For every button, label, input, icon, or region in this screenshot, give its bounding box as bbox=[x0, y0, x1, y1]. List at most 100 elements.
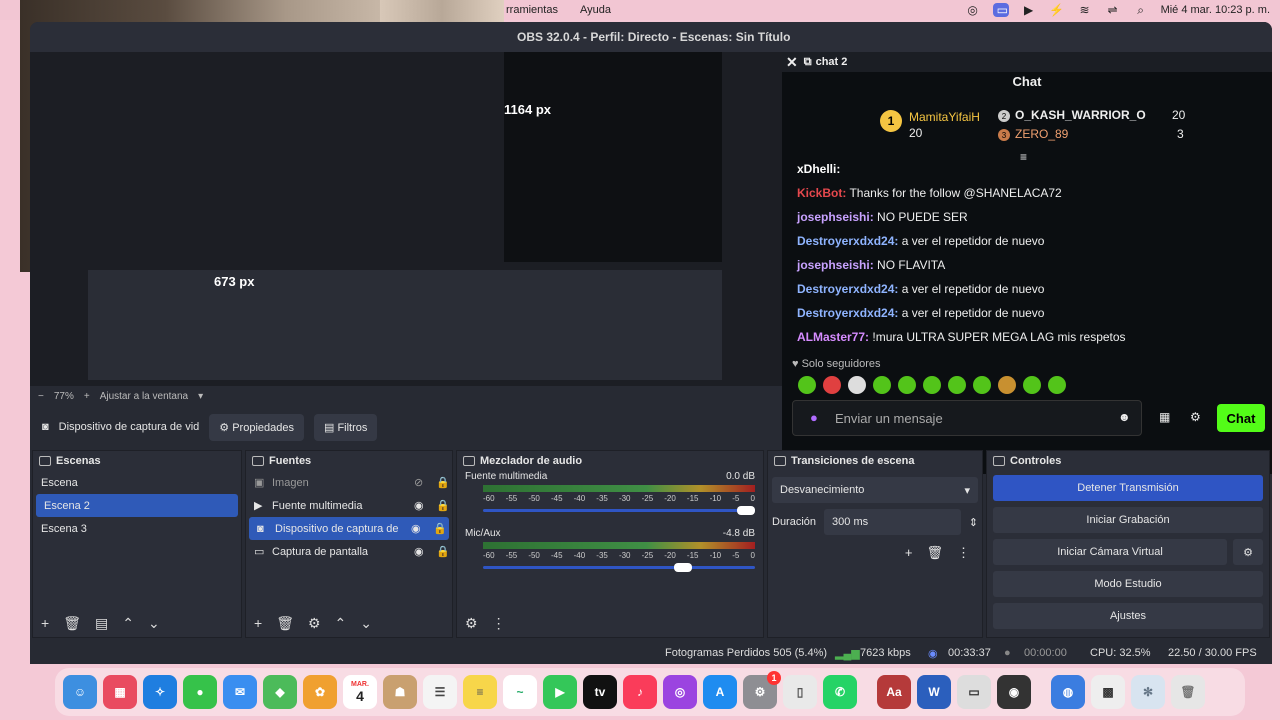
more-icon[interactable]: ⋮ bbox=[957, 545, 970, 561]
transition-select[interactable]: Desvanecimiento ▾ bbox=[772, 477, 978, 503]
volume-slider[interactable] bbox=[483, 563, 755, 572]
chat-username[interactable]: Destroyerxdxd24: bbox=[797, 306, 898, 320]
screen-mirror-icon[interactable]: ▭ bbox=[992, 3, 1009, 17]
trash-icon[interactable]: 🗑 bbox=[1171, 675, 1205, 709]
chat-username[interactable]: josephseishi: bbox=[797, 210, 874, 224]
add-icon[interactable]: + bbox=[41, 615, 49, 631]
filter-icon[interactable]: ▤ bbox=[95, 615, 108, 632]
zoom-in-icon[interactable]: + bbox=[84, 391, 90, 402]
podcasts-icon[interactable]: ◎ bbox=[663, 675, 697, 709]
control-center-icon[interactable]: ◎ bbox=[965, 3, 981, 17]
gear-icon[interactable]: ⚙ bbox=[1233, 539, 1263, 565]
lock-icon[interactable]: 🔒 bbox=[436, 499, 452, 512]
stop-stream-button[interactable]: Detener Transmisión bbox=[993, 475, 1263, 501]
start-recording-button[interactable]: Iniciar Grabación bbox=[993, 507, 1263, 533]
settings-icon[interactable]: ⚙ 1 bbox=[743, 671, 781, 709]
capture-icon[interactable]: ▭ bbox=[957, 675, 991, 709]
volume-slider[interactable] bbox=[483, 506, 755, 515]
trash-icon[interactable]: 🗑 bbox=[63, 615, 81, 632]
chevron-down-icon[interactable]: ▾ bbox=[198, 391, 203, 402]
chat-username[interactable]: xDhelli: bbox=[797, 162, 840, 176]
music-icon[interactable]: ♪ bbox=[623, 675, 657, 709]
scene-item[interactable]: Escena bbox=[33, 471, 241, 494]
maps-icon[interactable]: ◆ bbox=[263, 675, 297, 709]
globe-icon[interactable]: ◍ bbox=[1051, 675, 1085, 709]
lock-icon[interactable]: 🔒 bbox=[436, 476, 452, 489]
add-icon[interactable]: + bbox=[905, 545, 913, 561]
slider-knob[interactable] bbox=[737, 506, 755, 515]
arrow-up-icon[interactable]: ⌃ bbox=[335, 615, 347, 632]
chat-username[interactable]: ALMaster77: bbox=[797, 330, 869, 344]
wifi-icon[interactable]: ≋ bbox=[1077, 3, 1093, 17]
safari-icon[interactable]: ✧ bbox=[143, 675, 177, 709]
launchpad-icon[interactable]: ▦ bbox=[103, 675, 137, 709]
downloads-icon[interactable]: ✻ bbox=[1131, 675, 1165, 709]
eye-icon[interactable]: ◉ bbox=[414, 499, 436, 512]
qr-icon[interactable]: ▩ bbox=[1091, 675, 1125, 709]
source-item[interactable]: ▶ Fuente multimedia ◉ 🔒 bbox=[246, 494, 452, 517]
emote-icon[interactable] bbox=[823, 376, 841, 394]
whatsapp-icon[interactable]: ✆ bbox=[823, 675, 857, 709]
messages-icon[interactable]: ● bbox=[183, 675, 217, 709]
battery-icon[interactable]: ⚡ bbox=[1049, 3, 1065, 17]
play-icon[interactable]: ▶ bbox=[1021, 3, 1037, 17]
chat-username[interactable]: Destroyerxdxd24: bbox=[797, 282, 898, 296]
duration-input[interactable]: 300 ms bbox=[824, 509, 961, 535]
trash-icon[interactable]: 🗑 bbox=[276, 615, 294, 632]
emote-icon[interactable] bbox=[848, 376, 866, 394]
emote-icon[interactable] bbox=[1048, 376, 1066, 394]
preview-canvas[interactable]: 1164 px 673 px bbox=[30, 52, 782, 390]
source-item-selected[interactable]: ◙ Dispositivo de captura de ◉ 🔒 bbox=[249, 517, 449, 540]
collapse-icon[interactable]: ≡ bbox=[1020, 150, 1027, 164]
notes-icon[interactable]: ≡ bbox=[463, 675, 497, 709]
emote-icon[interactable] bbox=[873, 376, 891, 394]
photos-icon[interactable]: ✿ bbox=[303, 675, 337, 709]
properties-button[interactable]: ⚙ Propiedades bbox=[209, 413, 304, 441]
scene-item-selected[interactable]: Escena 2 bbox=[36, 494, 238, 517]
facetime-icon[interactable]: ▶ bbox=[543, 675, 577, 709]
chat-username[interactable]: josephseishi: bbox=[797, 258, 874, 272]
settings-button[interactable]: Ajustes bbox=[993, 603, 1263, 629]
lock-icon[interactable]: 🔒 bbox=[436, 545, 452, 558]
eye-hidden-icon[interactable]: ⊘ bbox=[414, 476, 436, 489]
finder-icon[interactable]: ☺ bbox=[63, 675, 97, 709]
emoji-icon[interactable]: ☻ bbox=[1118, 410, 1131, 424]
scene-item[interactable]: Escena 3 bbox=[33, 517, 241, 540]
stepper-icon[interactable]: ⇕ bbox=[969, 516, 978, 529]
popout-icon[interactable]: ⧉ bbox=[804, 56, 812, 69]
add-icon[interactable]: + bbox=[254, 615, 262, 631]
gear-icon[interactable]: ⚙ bbox=[465, 615, 478, 632]
dictionary-icon[interactable]: Aa bbox=[877, 675, 911, 709]
switch-icon[interactable]: ⇌ bbox=[1105, 3, 1121, 17]
close-icon[interactable]: ✕ bbox=[786, 54, 798, 71]
chat-username[interactable]: KickBot: bbox=[797, 186, 846, 200]
arrow-down-icon[interactable]: ⌄ bbox=[148, 615, 160, 632]
zoom-out-icon[interactable]: − bbox=[38, 391, 44, 402]
trash-icon[interactable]: 🗑 bbox=[926, 545, 943, 561]
source-item[interactable]: ▣ Imagen ⊘ 🔒 bbox=[246, 471, 452, 494]
eye-icon[interactable]: ◉ bbox=[411, 522, 433, 535]
microphone-icon[interactable]: ● bbox=[810, 410, 818, 425]
calendar-icon[interactable]: MAR. 4 bbox=[343, 675, 377, 709]
gear-icon[interactable]: ⚙ bbox=[1190, 410, 1201, 424]
slider-knob[interactable] bbox=[674, 563, 693, 572]
emote-icon[interactable] bbox=[1023, 376, 1041, 394]
arrow-up-icon[interactable]: ⌃ bbox=[122, 615, 134, 632]
mail-icon[interactable]: ✉ bbox=[223, 675, 257, 709]
leader-1-name[interactable]: MamitaYifaiH bbox=[909, 110, 980, 124]
menu-ayuda[interactable]: Ayuda bbox=[580, 4, 611, 16]
chat-username[interactable]: Destroyerxdxd24: bbox=[797, 234, 898, 248]
more-icon[interactable]: ⋮ bbox=[492, 615, 506, 632]
appstore-icon[interactable]: A bbox=[703, 675, 737, 709]
contacts-icon[interactable]: ☗ bbox=[383, 675, 417, 709]
filters-button[interactable]: ▤ Filtros bbox=[314, 413, 378, 441]
arrow-down-icon[interactable]: ⌄ bbox=[360, 615, 372, 632]
freeform-icon[interactable]: ~ bbox=[503, 675, 537, 709]
leader-3-name[interactable]: ZERO_89 bbox=[1015, 127, 1068, 141]
eye-icon[interactable]: ◉ bbox=[414, 545, 436, 558]
emote-icon[interactable] bbox=[998, 376, 1016, 394]
reminders-icon[interactable]: ☰ bbox=[423, 675, 457, 709]
lock-icon[interactable]: 🔒 bbox=[433, 522, 449, 535]
chat-send-button[interactable]: Chat bbox=[1217, 404, 1265, 432]
studio-mode-button[interactable]: Modo Estudio bbox=[993, 571, 1263, 597]
